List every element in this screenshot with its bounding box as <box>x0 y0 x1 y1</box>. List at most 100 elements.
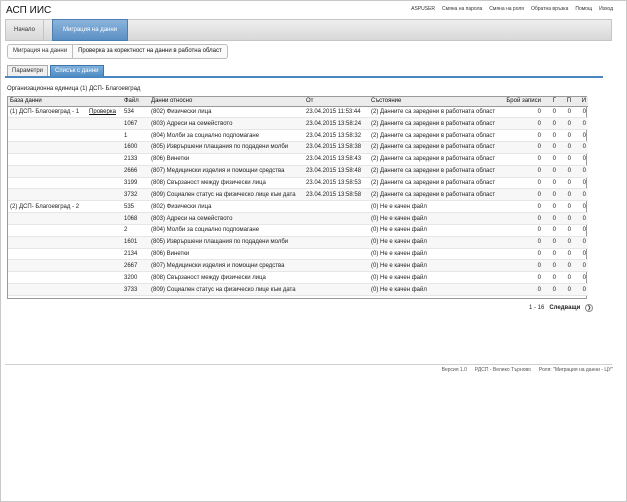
database-name: (1) ДСП- Благоевград - 1 <box>10 108 80 115</box>
next-page-button[interactable]: Следващи <box>549 305 580 311</box>
cell-g: 0 <box>543 165 558 178</box>
col-g[interactable]: Г <box>543 97 558 107</box>
cell-from <box>304 283 369 296</box>
cell-state: (0) Не е качен файл <box>369 236 501 249</box>
cell-from: 23.04.2015 13:58:58 <box>304 188 369 202</box>
nav-data-migration[interactable]: Миграция на данни <box>52 19 128 41</box>
check-link[interactable]: Проверка <box>89 109 116 115</box>
pager-range: 1 - 16 <box>529 305 545 311</box>
cell-i: 0 <box>573 165 588 178</box>
cell-i: 0 <box>573 212 588 225</box>
cell-record-count: 0 <box>501 271 543 285</box>
table-row[interactable]: 2 (804) Молби за социално подпомагане (0) … <box>8 224 588 237</box>
change-password-link[interactable]: Смяна на парола <box>442 6 482 12</box>
database-name: (2) ДСП- Благоевград - 2 <box>10 203 80 210</box>
cell-i: 0 <box>573 153 588 166</box>
cell-data-about: (807) Медицински изделия и помощни средс… <box>149 165 304 178</box>
cell-file: 3732 <box>122 188 149 202</box>
breadcrumb: Миграция на данни Проверка за коректност… <box>7 44 228 59</box>
change-role-link[interactable]: Смяна на роля <box>489 6 524 12</box>
cell-g: 0 <box>543 212 558 225</box>
table-row[interactable]: 1 (804) Молби за социално подпомагане 23.0… <box>8 129 588 143</box>
cell-file: 1067 <box>122 117 149 131</box>
cell-database <box>8 224 122 237</box>
table-row[interactable]: 3200 (808) Свързаност между физически лиц… <box>8 271 588 285</box>
cell-file: 2133 <box>122 153 149 166</box>
table-row[interactable]: (1) ДСП- Благоевград - 1 Проверка 534 (802)… <box>8 106 588 119</box>
breadcrumb-migration[interactable]: Миграция на данни <box>7 44 74 59</box>
cell-from <box>304 271 369 285</box>
table-row[interactable]: 1068 (803) Адреси на семейството (0) Не е … <box>8 212 588 225</box>
cell-p: 0 <box>558 117 573 131</box>
cell-data-about: (808) Свързаност между физически лица <box>149 271 304 285</box>
col-data-about[interactable]: Данни относно <box>149 97 304 107</box>
cell-i: 0 <box>573 236 588 249</box>
cell-database <box>8 212 122 225</box>
cell-database <box>8 153 122 166</box>
help-link[interactable]: Помощ <box>575 6 592 12</box>
cell-i: 0 <box>573 271 588 285</box>
cell-file: 1600 <box>122 141 149 154</box>
cell-g: 0 <box>543 200 558 214</box>
cell-file: 3200 <box>122 271 149 285</box>
cell-state: (0) Не е качен файл <box>369 212 501 225</box>
cell-p: 0 <box>558 224 573 237</box>
cell-state: (0) Не е качен файл <box>369 283 501 296</box>
col-from[interactable]: От <box>304 97 369 107</box>
cell-database <box>8 271 122 285</box>
table-row[interactable]: 3732 (809) Социален статус на физическо л… <box>8 188 588 202</box>
cell-state: (2) Данните са заредени в работната обла… <box>369 106 501 119</box>
col-database[interactable]: База данни <box>8 97 122 107</box>
cell-record-count: 0 <box>501 200 543 214</box>
table-row[interactable]: 2666 (807) Медицински изделия и помощни с… <box>8 165 588 178</box>
top-links: ASPUSER Смяна на парола Смяна на роля Об… <box>411 6 613 12</box>
table-row[interactable]: 2133 (806) Винетки 23.04.2015 13:58:43 (2) … <box>8 153 588 166</box>
cell-file: 3733 <box>122 283 149 296</box>
cell-p: 0 <box>558 141 573 154</box>
table-row[interactable]: 1601 (805) Изврършени плащания по подаден… <box>8 236 588 249</box>
cell-g: 0 <box>543 117 558 131</box>
tab-underline <box>5 76 603 78</box>
chevron-right-icon[interactable]: ❯ <box>585 304 594 312</box>
cell-g: 0 <box>543 129 558 143</box>
cell-record-count: 0 <box>501 117 543 131</box>
cell-from <box>304 200 369 214</box>
cell-data-about: (805) Изврършени плащания по подадени мо… <box>149 236 304 249</box>
table-row[interactable]: (2) ДСП- Благоевград - 2 535 (802) Физичес… <box>8 200 588 214</box>
cell-p: 0 <box>558 106 573 119</box>
cell-record-count: 0 <box>501 212 543 225</box>
cell-record-count: 0 <box>501 106 543 119</box>
cell-record-count: 0 <box>501 188 543 202</box>
nav-home[interactable]: Начало <box>6 20 44 40</box>
cell-database <box>8 141 122 154</box>
user-link[interactable]: ASPUSER <box>411 6 435 12</box>
cell-from: 23.04.2015 13:58:24 <box>304 117 369 131</box>
footer-version: Версия 1.0 <box>441 367 467 373</box>
cell-data-about: (808) Свързаност между физически лица <box>149 177 304 190</box>
cell-state: (0) Не е качен файл <box>369 200 501 214</box>
cell-from: 23.04.2015 13:58:43 <box>304 153 369 166</box>
col-p[interactable]: П <box>558 97 573 107</box>
table-row[interactable]: 3733 (809) Социален статус на физическо л… <box>8 283 588 296</box>
cell-database <box>8 259 122 273</box>
col-file[interactable]: Файл <box>122 97 149 107</box>
col-i[interactable]: И <box>573 97 588 107</box>
cell-data-about: (805) Изврършени плащания по подадени мо… <box>149 141 304 154</box>
table-row[interactable]: 2134 (806) Винетки (0) Не е качен файл 0 0 0 0 <box>8 248 588 261</box>
col-state[interactable]: Състояние <box>369 97 501 107</box>
cell-from <box>304 224 369 237</box>
logout-link[interactable]: Изход <box>599 6 613 12</box>
table-row[interactable]: 1600 (805) Изврършени плащания по подаден… <box>8 141 588 154</box>
col-record-count[interactable]: Брой записи <box>501 97 543 107</box>
cell-file: 1 <box>122 129 149 143</box>
table-row[interactable]: 3199 (808) Свързаност между физически лиц… <box>8 177 588 190</box>
table-row[interactable]: 1067 (803) Адреси на семейството 23.04.201… <box>8 117 588 131</box>
cell-data-about: (809) Социален статус на физическо лице … <box>149 188 304 202</box>
cell-i: 0 <box>573 283 588 296</box>
cell-g: 0 <box>543 141 558 154</box>
feedback-link[interactable]: Обратна връзка <box>531 6 568 12</box>
cell-from <box>304 212 369 225</box>
cell-data-about: (803) Адреси на семейството <box>149 117 304 131</box>
cell-from: 23.04.2015 13:58:48 <box>304 165 369 178</box>
table-row[interactable]: 2667 (807) Медицински изделия и помощни с… <box>8 259 588 273</box>
